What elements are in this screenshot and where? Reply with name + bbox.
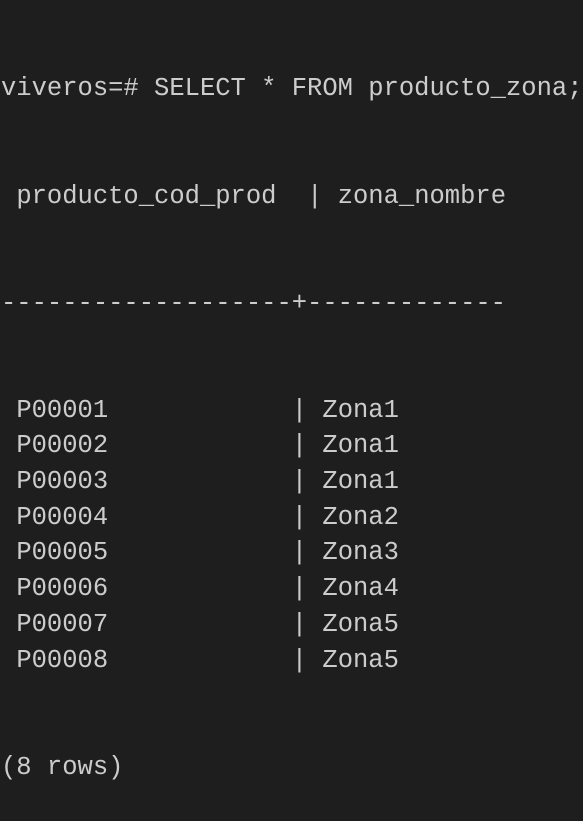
cell-zona-nombre: Zona1: [322, 395, 399, 425]
command-line: viveros=# SELECT * FROM producto_zona;: [1, 71, 583, 107]
column-divider: |: [108, 538, 323, 568]
cell-producto-cod-prod: P00003: [16, 467, 109, 497]
cell-producto-cod-prod: P00006: [16, 574, 109, 604]
cell-producto-cod-prod: P00001: [16, 395, 109, 425]
table-separator: -------------------+-------------: [1, 288, 506, 318]
table-header: producto_cod_prod | zona_nombre: [16, 181, 507, 211]
table-row: P00008 | Zona5: [1, 643, 583, 679]
table-row: P00005 | Zona3: [1, 535, 583, 571]
cell-zona-nombre: Zona1: [322, 467, 399, 497]
terminal-output[interactable]: viveros=# SELECT * FROM producto_zona; p…: [0, 0, 583, 821]
column-divider: |: [108, 467, 323, 497]
cell-producto-cod-prod: P00005: [16, 538, 109, 568]
column-divider: |: [108, 395, 323, 425]
cell-producto-cod-prod: P00008: [16, 645, 109, 675]
table-row: P00007 | Zona5: [1, 607, 583, 643]
cell-zona-nombre: Zona1: [322, 431, 399, 461]
cell-zona-nombre: Zona5: [322, 609, 399, 639]
column-divider: |: [108, 431, 323, 461]
table-row: P00001 | Zona1: [1, 393, 583, 429]
cell-producto-cod-prod: P00002: [16, 431, 109, 461]
column-divider: |: [108, 645, 323, 675]
cell-zona-nombre: Zona5: [322, 645, 399, 675]
column-header-producto-cod-prod: producto_cod_prod: [16, 181, 277, 211]
column-divider: |: [108, 574, 323, 604]
cell-producto-cod-prod: P00007: [16, 609, 109, 639]
column-header-zona-nombre: zona_nombre: [337, 181, 507, 211]
table-row: P00004 | Zona2: [1, 500, 583, 536]
cell-zona-nombre: Zona4: [322, 574, 399, 604]
table-row: P00006 | Zona4: [1, 571, 583, 607]
row-count: (8 rows): [1, 752, 124, 782]
prompt: viveros=#: [1, 74, 155, 104]
cell-zona-nombre: Zona3: [322, 538, 399, 568]
table-row: P00003 | Zona1: [1, 464, 583, 500]
cell-producto-cod-prod: P00004: [16, 502, 109, 532]
column-divider: |: [108, 609, 323, 639]
table-row: P00002 | Zona1: [1, 428, 583, 464]
command: SELECT * FROM producto_zona;: [154, 74, 583, 104]
column-divider: |: [108, 502, 323, 532]
cell-zona-nombre: Zona2: [322, 502, 399, 532]
